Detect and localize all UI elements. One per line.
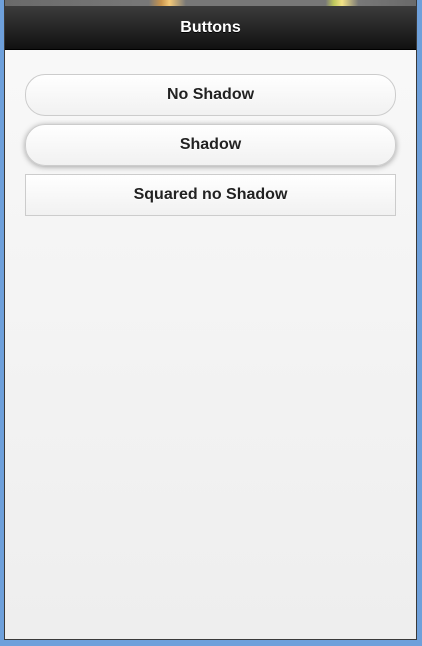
header-toolbar: Buttons: [5, 6, 416, 50]
shadow-button[interactable]: Shadow: [25, 124, 396, 166]
shadow-button-label: Shadow: [179, 136, 242, 153]
no-shadow-button-label: No Shadow: [166, 86, 255, 103]
squared-no-shadow-button[interactable]: Squared no Shadow: [25, 174, 396, 216]
page-title: Buttons: [180, 18, 241, 36]
button-list: No Shadow Shadow Squared no Shadow: [5, 50, 416, 224]
squared-no-shadow-button-label: Squared no Shadow: [133, 186, 288, 203]
no-shadow-button[interactable]: No Shadow: [25, 74, 396, 116]
app-window: Buttons No Shadow Shadow Squared no Shad…: [4, 0, 417, 640]
